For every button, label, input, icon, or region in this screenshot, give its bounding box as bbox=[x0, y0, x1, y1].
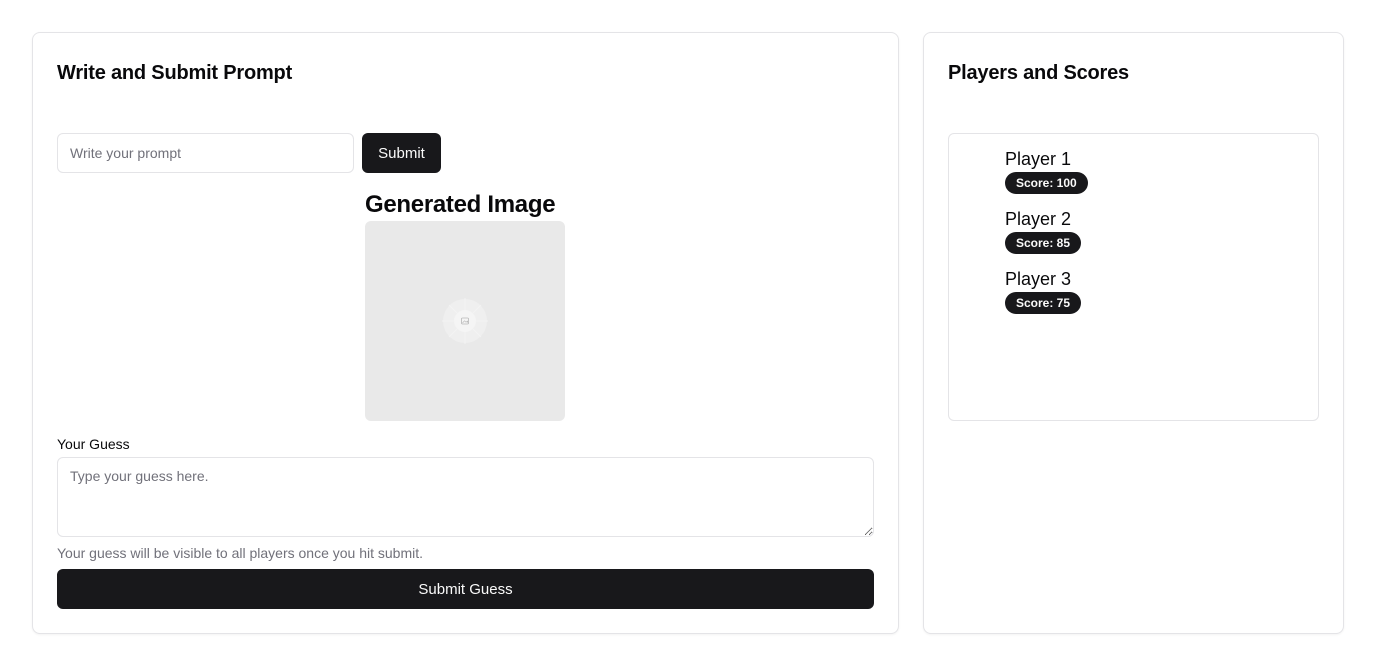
image-placeholder-icon bbox=[442, 298, 488, 344]
player-name: Player 2 bbox=[1005, 209, 1072, 229]
players-card: Players and Scores Player 1 Score: 100 P… bbox=[923, 32, 1344, 634]
prompt-card-title: Write and Submit Prompt bbox=[57, 62, 293, 84]
player-item: Player 1 Score: 100 bbox=[1005, 148, 1088, 194]
score-badge: Score: 85 bbox=[1005, 232, 1082, 254]
prompt-card: Write and Submit Prompt Submit Generated… bbox=[32, 32, 899, 634]
guess-textarea[interactable] bbox=[57, 457, 874, 537]
submit-prompt-button[interactable]: Submit bbox=[362, 133, 441, 173]
player-item: Player 2 Score: 85 bbox=[1005, 208, 1082, 254]
generated-image-title: Generated Image bbox=[365, 191, 556, 218]
player-name: Player 1 bbox=[1005, 149, 1072, 169]
submit-guess-button[interactable]: Submit Guess bbox=[57, 569, 874, 609]
prompt-input[interactable] bbox=[57, 133, 354, 173]
players-list: Player 1 Score: 100 Player 2 Score: 85 P… bbox=[948, 133, 1319, 421]
generated-image bbox=[365, 221, 565, 421]
players-card-title: Players and Scores bbox=[948, 62, 1129, 84]
player-item: Player 3 Score: 75 bbox=[1005, 268, 1082, 314]
score-badge: Score: 75 bbox=[1005, 292, 1082, 314]
guess-label: Your Guess bbox=[57, 436, 130, 452]
player-name: Player 3 bbox=[1005, 269, 1072, 289]
score-badge: Score: 100 bbox=[1005, 172, 1088, 194]
guess-hint: Your guess will be visible to all player… bbox=[57, 545, 424, 561]
